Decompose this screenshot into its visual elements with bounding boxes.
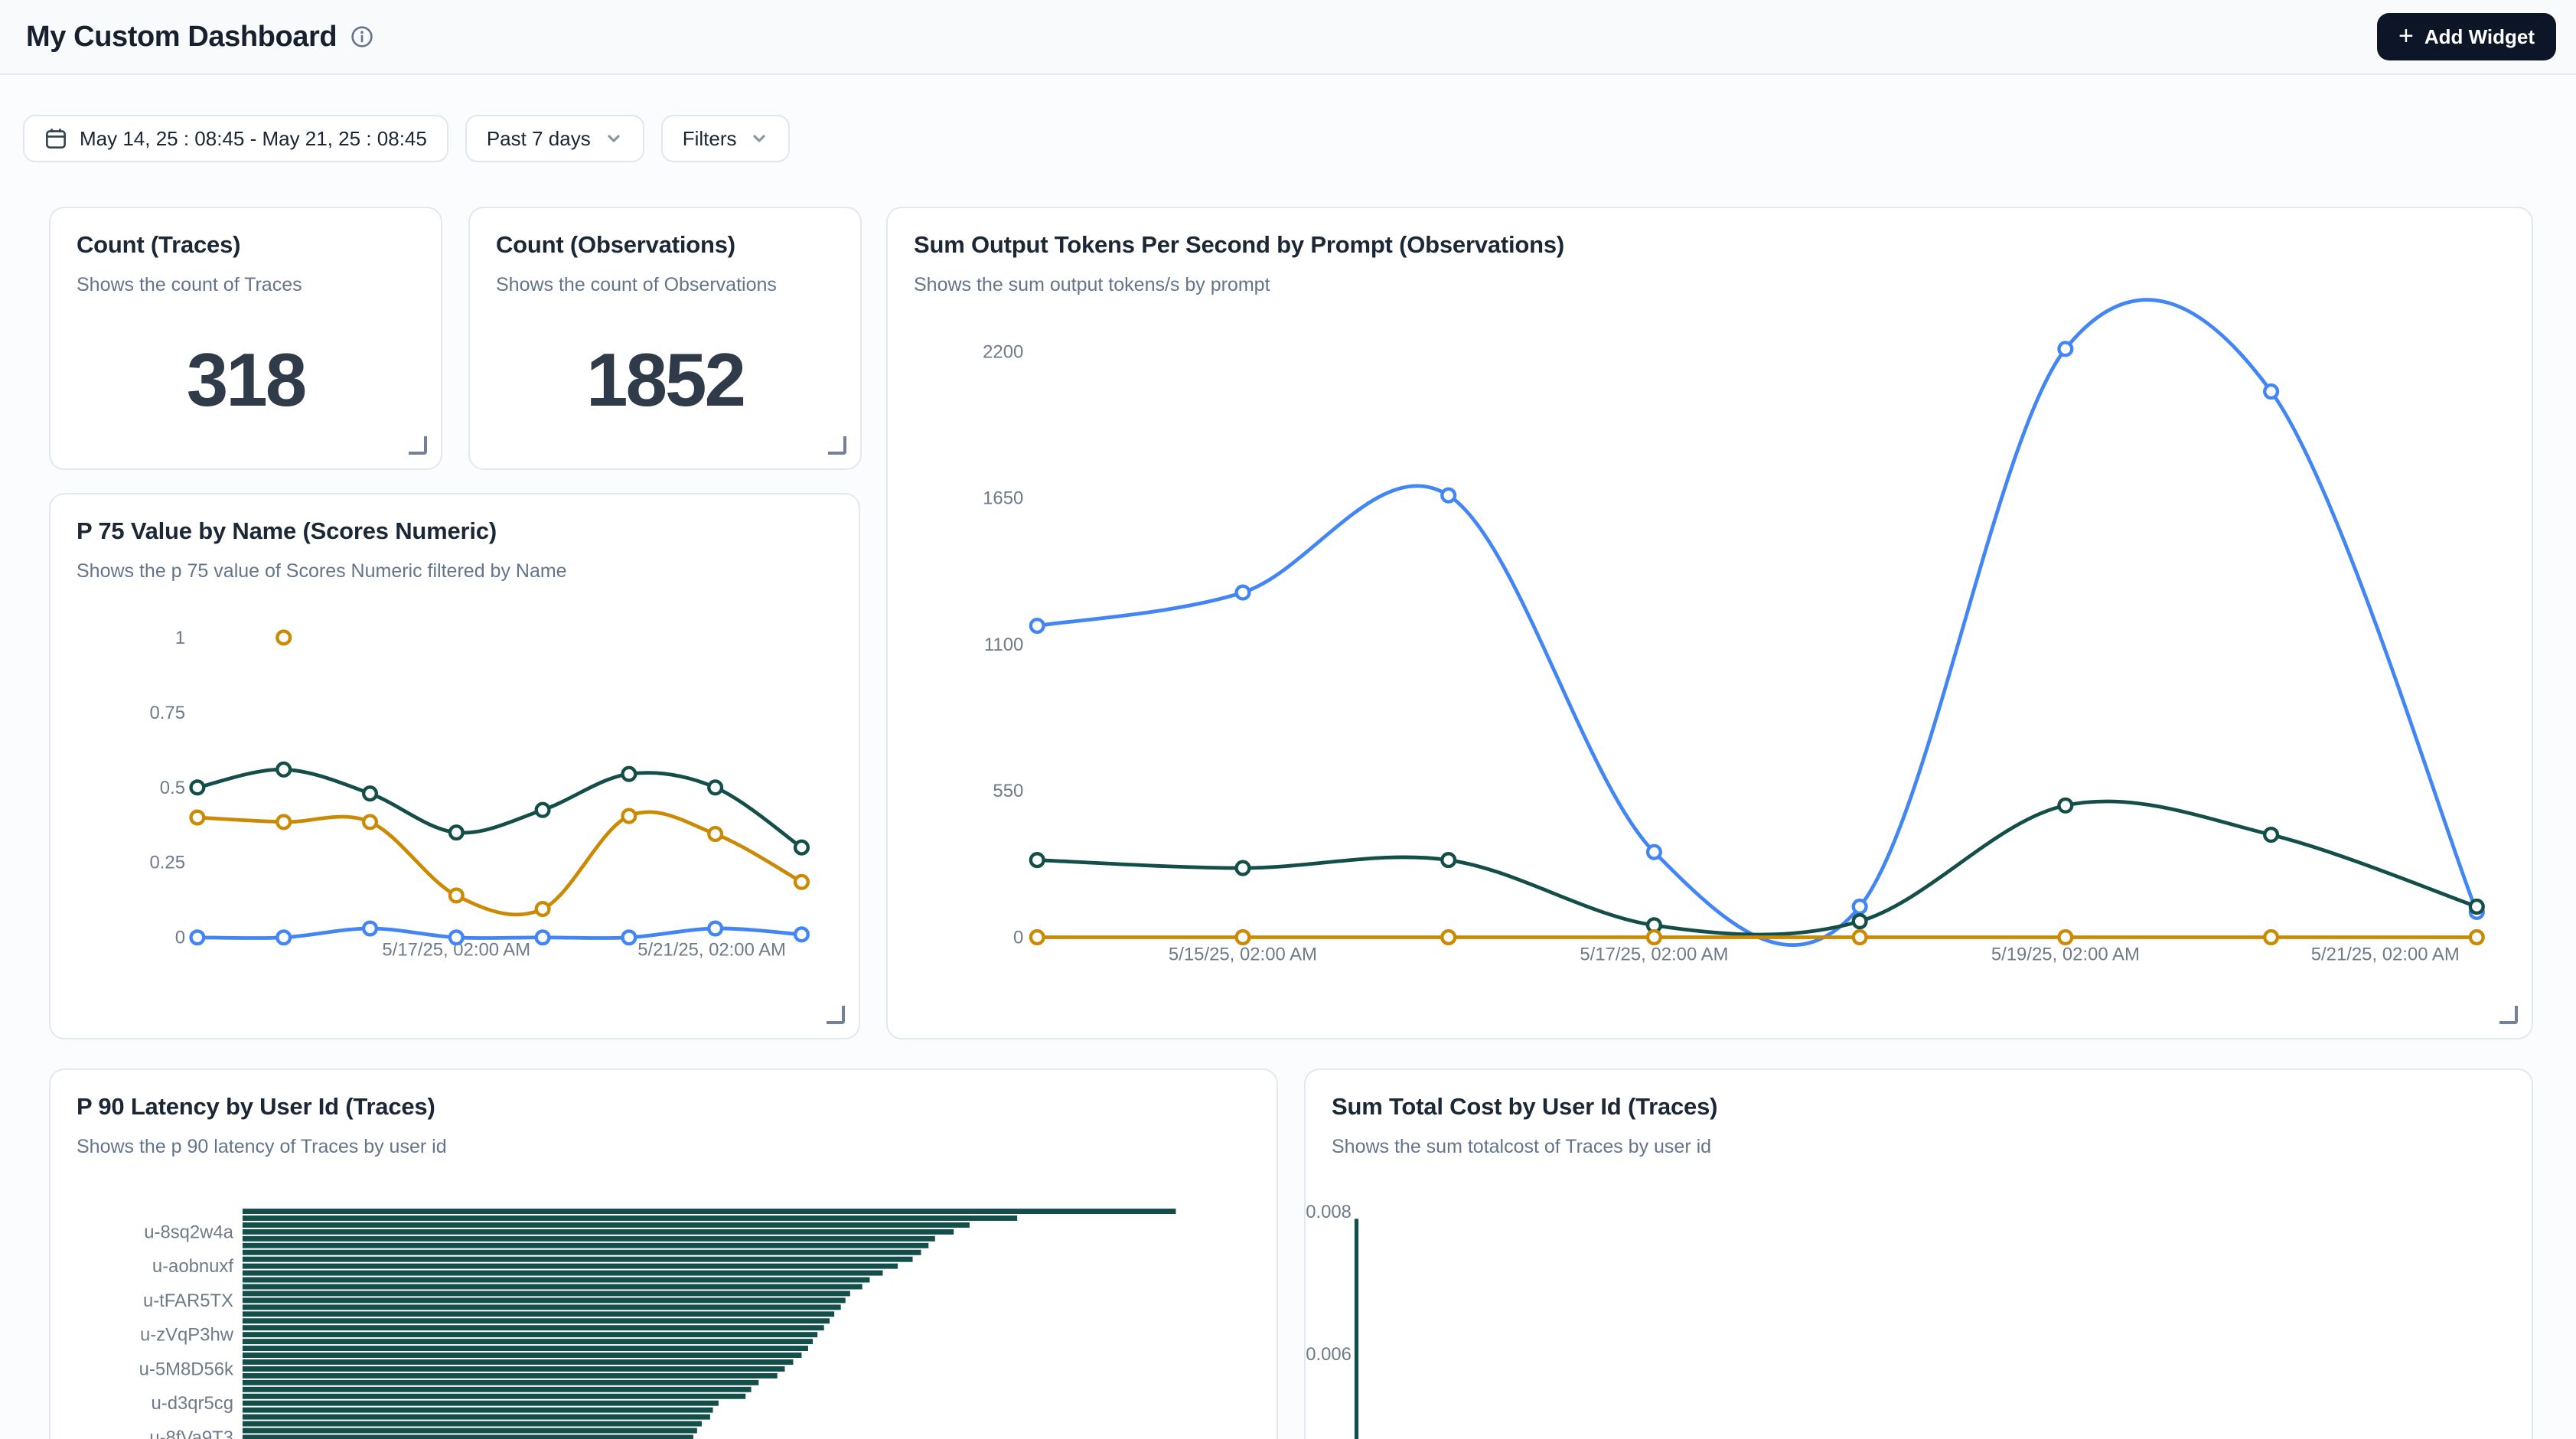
filter-bar: May 14, 25 : 08:45 - May 21, 25 : 08:45 … xyxy=(23,115,790,162)
dashboard-page: My Custom Dashboard + Add Widget May 14,… xyxy=(0,0,2576,1439)
widget-title: Sum Output Tokens Per Second by Prompt (… xyxy=(914,231,2506,259)
svg-text:u-tFAR5TX: u-tFAR5TX xyxy=(143,1291,233,1311)
widget-card-count-traces: Count (Traces) Shows the count of Traces… xyxy=(49,207,442,470)
svg-text:1650: 1650 xyxy=(983,488,1023,509)
add-widget-button[interactable]: + Add Widget xyxy=(2377,13,2556,60)
date-range-value: May 14, 25 : 08:45 - May 21, 25 : 08:45 xyxy=(80,127,427,151)
widget-subtitle: Shows the p 90 latency of Traces by user… xyxy=(77,1136,1251,1158)
svg-text:550: 550 xyxy=(993,781,1023,801)
widget-card-p90-latency: P 90 Latency by User Id (Traces) Shows t… xyxy=(49,1069,1278,1439)
svg-text:5/21/25, 02:00 AM: 5/21/25, 02:00 AM xyxy=(637,940,786,961)
filters-dropdown[interactable]: Filters xyxy=(661,115,791,162)
svg-text:0.008: 0.008 xyxy=(1306,1202,1352,1222)
svg-text:0: 0 xyxy=(1013,927,1023,948)
svg-text:u-8sq2w4a: u-8sq2w4a xyxy=(144,1222,233,1242)
svg-text:u-zVqP3hw: u-zVqP3hw xyxy=(140,1325,234,1346)
plus-icon: + xyxy=(2398,23,2414,49)
date-range-picker[interactable]: May 14, 25 : 08:45 - May 21, 25 : 08:45 xyxy=(23,115,448,162)
widget-subtitle: Shows the count of Traces xyxy=(77,274,415,296)
calendar-icon xyxy=(44,127,67,150)
svg-text:0: 0 xyxy=(175,928,185,948)
widget-card-count-observations: Count (Observations) Shows the count of … xyxy=(468,207,862,470)
resize-handle-icon[interactable] xyxy=(828,436,846,455)
resize-handle-icon[interactable] xyxy=(409,436,427,455)
svg-text:5/15/25, 02:00 AM: 5/15/25, 02:00 AM xyxy=(1169,944,1317,964)
widget-subtitle: Shows the sum output tokens/s by prompt xyxy=(914,274,2506,296)
tokens-line-chart: 2200 1650 1100 550 0 5/15/25, 02:00 AM 5/17/25… xyxy=(888,208,2532,1038)
widget-title: Count (Traces) xyxy=(77,231,415,259)
svg-text:5/19/25, 02:00 AM: 5/19/25, 02:00 AM xyxy=(1991,944,2140,964)
widget-card-total-cost: Sum Total Cost by User Id (Traces) Shows… xyxy=(1304,1069,2533,1439)
svg-text:2200: 2200 xyxy=(983,341,1023,362)
svg-text:0.75: 0.75 xyxy=(150,703,185,723)
widget-subtitle: Shows the count of Observations xyxy=(496,274,834,296)
svg-text:u-8fVa9T3: u-8fVa9T3 xyxy=(149,1428,233,1439)
chevron-down-icon xyxy=(605,129,623,148)
widget-subtitle: Shows the p 75 value of Scores Numeric f… xyxy=(77,560,833,582)
svg-text:u-aobnuxf: u-aobnuxf xyxy=(152,1256,233,1277)
filters-label: Filters xyxy=(683,127,737,151)
svg-text:5/21/25, 02:00 AM: 5/21/25, 02:00 AM xyxy=(2311,944,2460,964)
svg-text:u-5M8D56k: u-5M8D56k xyxy=(139,1359,233,1379)
date-preset-dropdown[interactable]: Past 7 days xyxy=(465,115,644,162)
add-widget-label: Add Widget xyxy=(2424,25,2535,49)
svg-text:1100: 1100 xyxy=(984,635,1023,655)
page-title: My Custom Dashboard xyxy=(26,21,337,54)
svg-text:0.006: 0.006 xyxy=(1306,1344,1352,1365)
widget-title: P 90 Latency by User Id (Traces) xyxy=(77,1093,1251,1121)
big-number-value: 318 xyxy=(51,337,441,423)
chevron-down-icon xyxy=(750,129,768,148)
widget-card-tokens-per-second: Sum Output Tokens Per Second by Prompt (… xyxy=(886,207,2533,1039)
date-preset-value: Past 7 days xyxy=(487,127,591,151)
widget-subtitle: Shows the sum totalcost of Traces by use… xyxy=(1332,1136,2506,1158)
widget-title: Sum Total Cost by User Id (Traces) xyxy=(1332,1093,2506,1121)
info-icon[interactable] xyxy=(351,25,373,48)
svg-text:1: 1 xyxy=(175,628,185,648)
svg-text:5/17/25, 02:00 AM: 5/17/25, 02:00 AM xyxy=(1580,944,1728,964)
resize-handle-icon[interactable] xyxy=(827,1006,845,1024)
svg-text:0.5: 0.5 xyxy=(160,778,185,798)
widget-title: Count (Observations) xyxy=(496,231,834,259)
svg-text:u-d3qr5cg: u-d3qr5cg xyxy=(152,1393,233,1414)
big-number-value: 1852 xyxy=(470,337,860,423)
top-bar: My Custom Dashboard + Add Widget xyxy=(0,0,2576,75)
resize-handle-icon[interactable] xyxy=(2499,1006,2518,1024)
widget-title: P 75 Value by Name (Scores Numeric) xyxy=(77,517,833,545)
svg-text:0.25: 0.25 xyxy=(150,853,185,873)
widget-card-p75-value: P 75 Value by Name (Scores Numeric) Show… xyxy=(49,493,860,1039)
